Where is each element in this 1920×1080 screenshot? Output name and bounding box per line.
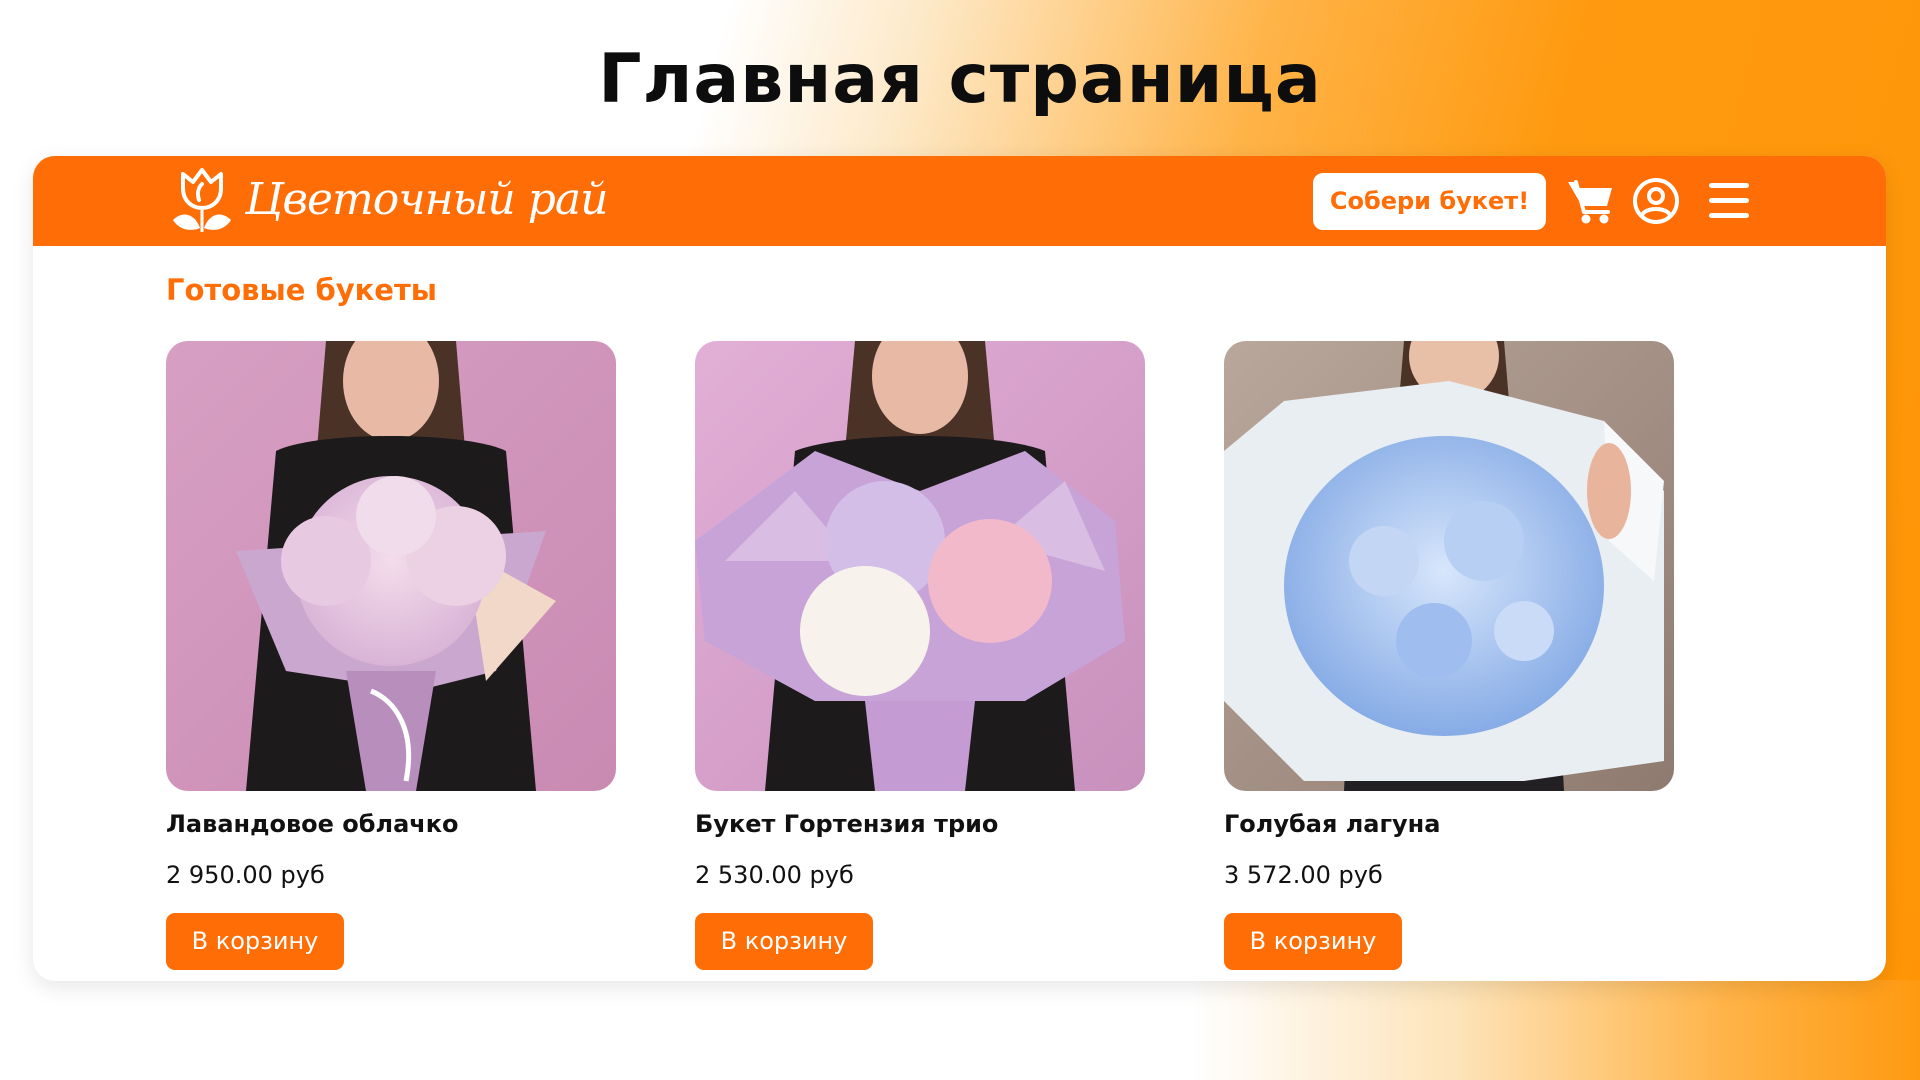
product-card: Лавандовое облачко 2 950.00 руб В корзин… xyxy=(166,341,616,981)
build-bouquet-button[interactable]: Собери букет! xyxy=(1313,173,1546,230)
logo-wordmark[interactable]: Цветочный рай xyxy=(245,168,608,232)
product-price: 2 950.00 руб xyxy=(166,861,325,889)
tulip-logo-icon[interactable] xyxy=(169,166,235,236)
browser-window: Цветочный рай Собери букет! Готовые буке… xyxy=(33,156,1886,981)
product-name[interactable]: Голубая лагуна xyxy=(1224,810,1440,838)
product-name[interactable]: Букет Гортензия трио xyxy=(695,810,998,838)
background-gradient xyxy=(0,980,1920,1080)
add-to-cart-button[interactable]: В корзину xyxy=(166,913,344,970)
product-card: Букет Гортензия трио 2 530.00 руб В корз… xyxy=(695,341,1145,981)
product-image[interactable] xyxy=(695,341,1145,791)
add-to-cart-button[interactable]: В корзину xyxy=(1224,913,1402,970)
menu-icon[interactable] xyxy=(1705,176,1755,226)
product-price: 2 530.00 руб xyxy=(695,861,854,889)
product-card: Голубая лагуна 3 572.00 руб В корзину xyxy=(1224,341,1674,981)
add-to-cart-button[interactable]: В корзину xyxy=(695,913,873,970)
slide-title: Главная страница xyxy=(598,40,1322,119)
product-image[interactable] xyxy=(166,341,616,791)
section-title: Готовые букеты xyxy=(166,273,438,307)
product-image[interactable] xyxy=(1224,341,1674,791)
user-icon[interactable] xyxy=(1631,176,1681,226)
cart-icon[interactable] xyxy=(1566,176,1616,226)
product-price: 3 572.00 руб xyxy=(1224,861,1383,889)
product-name[interactable]: Лавандовое облачко xyxy=(166,810,459,838)
site-header: Цветочный рай Собери букет! xyxy=(33,156,1886,246)
